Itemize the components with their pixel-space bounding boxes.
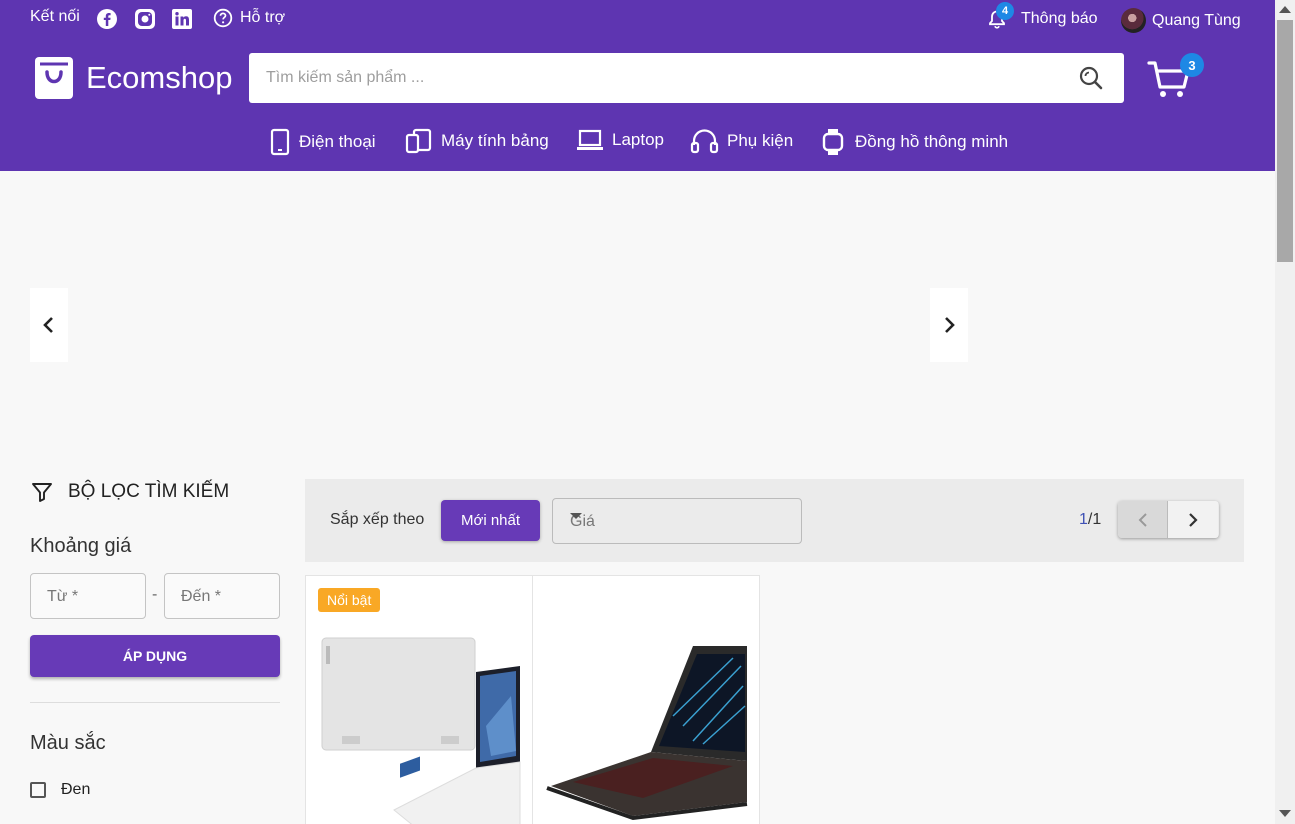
sort-newest-button[interactable]: Mới nhất [441,500,540,541]
scroll-down-icon[interactable] [1279,810,1291,817]
search-bar[interactable]: Tìm kiếm sản phẩm ... [249,53,1124,103]
price-to-label: Đến * [181,588,222,605]
price-from-label: Từ * [47,588,79,605]
nav-label: Phụ kiện [727,131,794,150]
support-label: Hỗ trợ [240,9,286,26]
site-logo[interactable]: Ecomshop [34,56,232,100]
linkedin-icon[interactable] [171,8,193,30]
nav-item-phone[interactable]: Điện thoại [269,128,376,156]
user-name: Quang Tùng [1152,11,1241,29]
phone-icon [270,128,290,156]
filter-title: BỘ LỌC TÌM KIẾM [68,481,230,502]
price-separator: - [152,586,158,603]
prev-page-button[interactable] [1118,501,1168,538]
connect-label: Kết nối [30,8,80,25]
price-sort-select[interactable]: Giá [552,498,802,544]
chevron-down-icon [570,513,582,519]
cart-count-badge: 3 [1180,53,1204,77]
price-range-title: Khoảng giá [30,535,132,557]
user-menu[interactable]: Quang Tùng [1121,8,1241,33]
tablet-icon [405,128,432,154]
nav-item-tablet[interactable]: Máy tính bảng [405,128,549,154]
smartwatch-icon [822,129,844,155]
sort-label: Sắp xếp theo [330,511,425,528]
price-from-field[interactable]: Từ * [30,573,146,619]
next-page-button[interactable] [1168,501,1218,538]
nav-label: Điện thoại [299,132,376,151]
nav-item-smartwatch[interactable]: Đồng hồ thông minh [819,128,1008,156]
sort-bar: Sắp xếp theo Mới nhất Giá 1/1 [305,479,1244,562]
color-filter-title: Màu sắc [30,732,106,754]
color-option-black[interactable]: Đen [30,781,90,799]
pagination-controls [1118,501,1219,538]
scrollbar-thumb[interactable] [1277,20,1293,262]
nav-label: Máy tính bảng [441,131,549,150]
brand-name: Ecomshop [86,60,233,95]
site-header: Kết nối Hỗ trợ 4 Thông báo Quang Tùng Ec… [0,0,1275,171]
shopping-bag-icon [35,57,73,99]
instagram-icon[interactable] [134,8,156,30]
scroll-up-icon[interactable] [1279,6,1291,13]
search-input[interactable]: Tìm kiếm sản phẩm ... [266,69,424,87]
color-option-label: Đen [61,781,91,798]
avatar [1121,8,1146,33]
chevron-left-icon [1138,512,1147,527]
support-link[interactable]: Hỗ trợ [213,8,285,28]
product-card[interactable]: Nổi bật [305,575,533,824]
checkbox[interactable] [30,782,46,798]
filter-header: BỘ LỌC TÌM KIẾM [30,480,229,504]
notifications-label: Thông báo [1021,10,1098,27]
top-bar: Kết nối Hỗ trợ 4 Thông báo Quang Tùng [0,0,1275,40]
chevron-right-icon [945,317,955,333]
laptop-icon [577,129,603,150]
price-to-field[interactable]: Đến * [164,573,280,619]
nav-item-laptop[interactable]: Laptop [576,128,664,152]
carousel-prev-button[interactable] [30,288,68,362]
total-pages: /1 [1087,511,1102,528]
filter-icon [32,483,52,502]
chevron-left-icon [43,317,53,333]
notifications-link[interactable]: 4 Thông báo [986,2,1098,30]
product-image [321,637,521,824]
page-indicator: 1/1 [1079,511,1101,529]
headphones-icon [690,129,719,154]
chevron-right-icon [1189,512,1198,527]
nav-label: Laptop [612,130,664,149]
filter-divider [30,702,280,703]
help-icon [213,8,233,28]
nav-item-accessories[interactable]: Phụ kiện [690,128,793,154]
nav-label: Đồng hồ thông minh [855,132,1009,151]
product-image [546,646,748,821]
page-scrollbar[interactable] [1275,0,1295,824]
apply-filter-button[interactable]: ÁP DỤNG [30,635,280,677]
notification-count-badge: 4 [996,2,1014,20]
facebook-icon[interactable] [96,8,118,30]
carousel-next-button[interactable] [930,288,968,362]
product-card[interactable] [532,575,760,824]
cart-button[interactable]: 3 [1147,53,1204,103]
current-page: 1 [1079,511,1088,528]
search-icon[interactable] [1078,65,1104,91]
